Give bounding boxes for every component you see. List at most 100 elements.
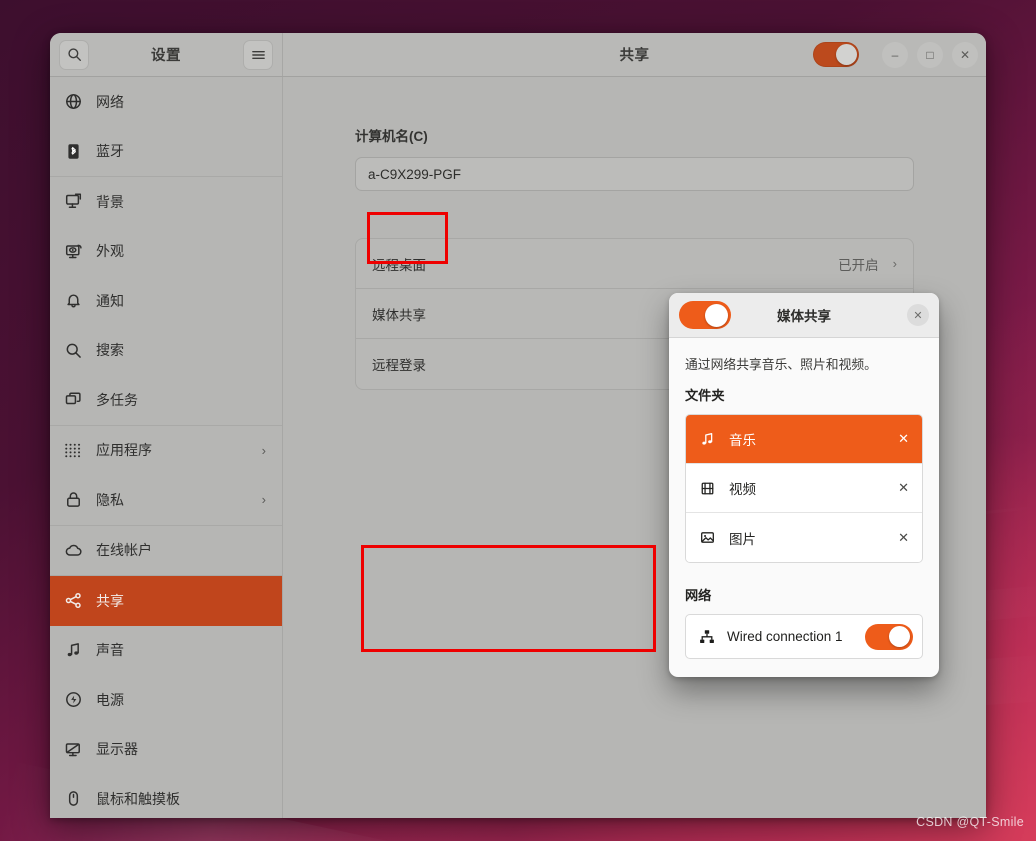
remove-folder-button[interactable]: ✕ xyxy=(898,431,909,447)
sidebar-title: 设置 xyxy=(151,48,181,64)
sidebar-group: 网络 蓝牙 xyxy=(50,77,282,177)
windows-stack-icon xyxy=(64,391,82,409)
close-icon: ✕ xyxy=(913,309,923,322)
sidebar-item-bluetooth[interactable]: 蓝牙 xyxy=(50,127,282,177)
film-icon xyxy=(699,481,716,496)
main-menu-button[interactable] xyxy=(243,39,273,70)
sidebar-item-monitor-wallpaper[interactable]: 背景 xyxy=(50,177,282,227)
maximize-icon: □ xyxy=(926,47,934,62)
search-button[interactable] xyxy=(59,39,89,70)
hostname-input[interactable]: a-C9X299-PGF xyxy=(355,157,914,191)
watermark: CSDN @QT-Smile xyxy=(916,815,1024,829)
sidebar-item-share[interactable]: 共享 xyxy=(50,576,282,626)
sidebar-item-windows-stack[interactable]: 多任务 xyxy=(50,375,282,425)
apps-grid-icon xyxy=(64,441,82,459)
bell-icon xyxy=(64,292,82,310)
minimize-button[interactable]: – xyxy=(882,41,908,68)
network-name: Wired connection 1 xyxy=(727,629,843,644)
shared-folder-item[interactable]: 视频 ✕ xyxy=(686,464,922,513)
sidebar-item-label: 多任务 xyxy=(96,391,138,408)
music-note-icon xyxy=(64,641,82,659)
sidebar-item-power-bolt[interactable]: 电源 xyxy=(50,675,282,725)
sidebar-item-lock[interactable]: 隐私 › xyxy=(50,475,282,525)
sidebar-item-label: 共享 xyxy=(96,592,124,609)
window-headerbar: 设置 共享 – □ ✕ xyxy=(50,33,986,77)
sidebar-item-cloud[interactable]: 在线帐户 xyxy=(50,526,282,576)
sidebar-item-search[interactable]: 搜索 xyxy=(50,326,282,376)
shared-folder-name: 视频 xyxy=(729,482,756,497)
sidebar-item-globe[interactable]: 网络 xyxy=(50,77,282,127)
monitor-wallpaper-icon xyxy=(64,193,82,211)
chevron-right-icon: › xyxy=(261,492,266,508)
shared-folder-item[interactable]: 音乐 ✕ xyxy=(686,415,922,464)
sidebar-item-label: 在线帐户 xyxy=(96,542,152,559)
sidebar-item-label: 外观 xyxy=(96,243,124,260)
sidebar-item-label: 应用程序 xyxy=(96,442,152,459)
sidebar-item-mouse[interactable]: 鼠标和触摸板 xyxy=(50,774,282,818)
sidebar-headerbar: 设置 xyxy=(50,33,283,76)
dialog-description: 通过网络共享音乐、照片和视频。 xyxy=(685,357,877,372)
hamburger-menu-icon xyxy=(251,49,266,61)
sidebar-item-apps-grid[interactable]: 应用程序 › xyxy=(50,426,282,476)
sidebar-item-label: 蓝牙 xyxy=(96,143,124,160)
hostname-value: a-C9X299-PGF xyxy=(368,166,462,182)
toggle-knob xyxy=(705,303,728,327)
networks-list: Wired connection 1 xyxy=(685,614,923,659)
shared-folder-name: 音乐 xyxy=(729,433,756,448)
media-sharing-dialog: 媒体共享 ✕ 通过网络共享音乐、照片和视频。 文件夹 音乐 ✕ 视频 ✕ 图片 ✕ 网络 … xyxy=(669,293,939,677)
cloud-icon xyxy=(64,541,82,559)
close-button[interactable]: ✕ xyxy=(952,41,978,68)
shared-folders-list: 音乐 ✕ 视频 ✕ 图片 ✕ xyxy=(685,414,923,563)
shared-folder-item[interactable]: 图片 ✕ xyxy=(686,513,922,562)
sidebar-item-label: 声音 xyxy=(96,642,124,659)
chevron-right-icon: › xyxy=(261,442,266,458)
sidebar-item-music-note[interactable]: 声音 xyxy=(50,626,282,676)
globe-icon xyxy=(64,93,82,111)
sharing-option-row[interactable]: 远程桌面 已开启 › xyxy=(356,239,913,289)
network-item: Wired connection 1 xyxy=(686,615,922,658)
network-tree-icon xyxy=(699,629,715,645)
shared-folder-name: 图片 xyxy=(729,531,756,547)
sidebar-item-label: 搜索 xyxy=(96,342,124,359)
sidebar-group: 在线帐户 xyxy=(50,526,282,576)
settings-sidebar[interactable]: 网络蓝牙背景外观通知搜索多任务应用程序 › 隐私 › 在线帐户共享声音电源显示器鼠标和触… xyxy=(50,77,283,818)
search-icon xyxy=(67,47,82,62)
window-controls: – □ ✕ xyxy=(813,41,978,68)
search-icon xyxy=(64,341,82,359)
sidebar-item-label: 通知 xyxy=(96,292,124,309)
minimize-icon: – xyxy=(891,47,899,62)
content-headerbar: 共享 – □ ✕ xyxy=(283,33,986,76)
sidebar-group: 共享声音电源显示器鼠标和触摸板 xyxy=(50,576,282,818)
network-enable-toggle[interactable] xyxy=(865,623,913,650)
dialog-close-button[interactable]: ✕ xyxy=(907,304,929,326)
power-bolt-icon xyxy=(64,691,82,709)
chevron-right-icon: › xyxy=(892,256,897,271)
sidebar-item-label: 电源 xyxy=(96,691,124,708)
sidebar-item-label: 显示器 xyxy=(96,741,138,758)
sharing-master-toggle[interactable] xyxy=(813,42,859,67)
dialog-headerbar: 媒体共享 ✕ xyxy=(669,293,939,338)
sharing-option-label: 远程桌面 xyxy=(372,257,426,273)
toggle-knob xyxy=(889,626,910,647)
toggle-knob xyxy=(836,44,857,65)
media-sharing-toggle[interactable] xyxy=(679,301,731,329)
dialog-body: 通过网络共享音乐、照片和视频。 文件夹 音乐 ✕ 视频 ✕ 图片 ✕ 网络 Wired c… xyxy=(669,338,939,677)
remove-folder-button[interactable]: ✕ xyxy=(898,530,909,546)
sidebar-item-appearance[interactable]: 外观 xyxy=(50,227,282,277)
maximize-button[interactable]: □ xyxy=(917,41,943,68)
sidebar-item-bell[interactable]: 通知 xyxy=(50,276,282,326)
music-note-icon xyxy=(699,432,716,447)
mouse-icon xyxy=(64,790,82,808)
sidebar-item-display[interactable]: 显示器 xyxy=(50,725,282,775)
remove-folder-button[interactable]: ✕ xyxy=(898,480,909,496)
sidebar-item-label: 背景 xyxy=(96,193,124,210)
sharing-panel: 计算机名(C) a-C9X299-PGF 远程桌面已开启›媒体共享活动›远程登录… xyxy=(283,77,986,818)
display-icon xyxy=(64,740,82,758)
share-icon xyxy=(64,592,82,610)
sidebar-item-label: 隐私 xyxy=(96,491,124,508)
sidebar-group: 背景外观通知搜索多任务 xyxy=(50,177,282,426)
network-section-title: 网络 xyxy=(685,588,712,603)
sidebar-group: 应用程序 › 隐私 › xyxy=(50,426,282,526)
settings-window: 设置 共享 – □ ✕ 网络 蓝牙 背景 外观 通知 搜索 多任务 应用程序 ›… xyxy=(50,33,986,818)
sidebar-item-label: 网络 xyxy=(96,93,124,110)
